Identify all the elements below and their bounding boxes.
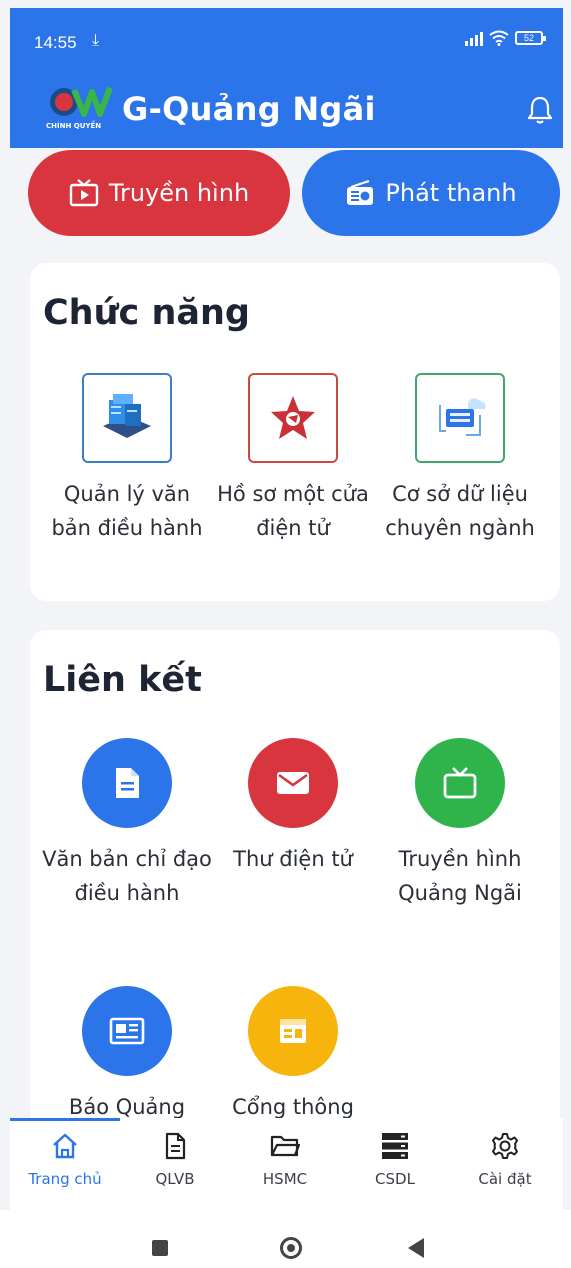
links-title: Liên kết bbox=[43, 660, 202, 700]
link-item-label: Thư điện tử bbox=[233, 847, 353, 871]
function-item-database[interactable]: Cơ sở dữ liệu chuyên ngành bbox=[375, 373, 545, 545]
database-icon bbox=[382, 1133, 408, 1159]
nav-item-label: Trang chủ bbox=[28, 1170, 102, 1188]
recents-button[interactable] bbox=[152, 1240, 168, 1256]
document-icon bbox=[82, 738, 172, 828]
functions-title: Chức năng bbox=[43, 293, 250, 333]
home-button[interactable] bbox=[280, 1237, 302, 1259]
system-nav-bar bbox=[0, 1210, 571, 1268]
app-header: 14:55 ⤓ 52 CHÍNH QUYỀN G-Quảng Ngãi bbox=[10, 8, 563, 148]
servers-icon bbox=[82, 373, 172, 463]
back-button[interactable] bbox=[408, 1238, 424, 1258]
nav-item-csdl[interactable]: CSDL bbox=[340, 1132, 450, 1188]
portal-icon bbox=[248, 986, 338, 1076]
status-icons: 52 bbox=[465, 30, 546, 46]
app-logo: CHÍNH QUYỀN bbox=[44, 84, 120, 134]
radio-icon bbox=[347, 179, 374, 205]
tv-icon bbox=[415, 738, 505, 828]
link-item-email[interactable]: Thư điện tử bbox=[208, 738, 378, 876]
battery-icon: 52 bbox=[515, 31, 546, 45]
bottom-nav: Trang chủ QLVB HSMC CSDL Cài đặt bbox=[10, 1118, 563, 1210]
star-emblem-icon bbox=[248, 373, 338, 463]
tv-play-icon bbox=[69, 179, 99, 207]
status-bar: 14:55 ⤓ 52 bbox=[10, 8, 563, 78]
link-item-label: Truyền hình Quảng Ngãi bbox=[398, 847, 522, 905]
nav-item-label: CSDL bbox=[375, 1170, 415, 1188]
radio-button[interactable]: Phát thanh bbox=[302, 150, 560, 236]
link-item-label: Văn bản chỉ đạo điều hành bbox=[42, 847, 212, 905]
document-icon bbox=[165, 1132, 186, 1160]
nav-item-label: HSMC bbox=[262, 1170, 308, 1188]
function-item-label: Hồ sơ một cửa điện tử bbox=[217, 482, 369, 540]
function-item-label: Quản lý văn bản điều hành bbox=[51, 482, 203, 540]
function-item-document-management[interactable]: Quản lý văn bản điều hành bbox=[42, 373, 212, 545]
link-item-quang-ngai-newspaper[interactable]: Báo Quảng bbox=[42, 986, 212, 1124]
nav-item-label: Cài đặt bbox=[478, 1170, 532, 1188]
nav-item-label: QLVB bbox=[155, 1170, 195, 1188]
download-icon: ⤓ bbox=[92, 30, 100, 49]
function-item-one-stop[interactable]: Hồ sơ một cửa điện tử bbox=[208, 373, 378, 545]
logo-text: CHÍNH QUYỀN bbox=[46, 120, 101, 130]
newspaper-icon bbox=[82, 986, 172, 1076]
tv-button[interactable]: Truyền hình bbox=[28, 150, 290, 236]
active-tab-indicator bbox=[10, 1118, 120, 1121]
app-title: G-Quảng Ngãi bbox=[122, 90, 376, 128]
nav-item-hsmc[interactable]: HSMC bbox=[230, 1132, 340, 1188]
signal-icon bbox=[465, 30, 483, 46]
nav-item-settings[interactable]: Cài đặt bbox=[450, 1132, 560, 1188]
tv-button-label: Truyền hình bbox=[108, 179, 250, 207]
function-item-label: Cơ sở dữ liệu chuyên ngành bbox=[385, 482, 535, 540]
link-item-quang-ngai-tv[interactable]: Truyền hình Quảng Ngãi bbox=[375, 738, 545, 910]
status-time: 14:55 bbox=[34, 33, 77, 52]
functions-card: Chức năng Quản lý văn bản điều hành Hồ s… bbox=[30, 263, 560, 601]
wifi-icon bbox=[489, 30, 509, 46]
bell-icon[interactable] bbox=[524, 94, 556, 126]
links-card: Liên kết Văn bản chỉ đạo điều hành Thư đ… bbox=[30, 630, 560, 1190]
link-item-directive-documents[interactable]: Văn bản chỉ đạo điều hành bbox=[42, 738, 212, 910]
link-item-information-portal[interactable]: Cổng thông bbox=[208, 986, 378, 1124]
folder-icon bbox=[270, 1135, 300, 1157]
nav-item-qlvb[interactable]: QLVB bbox=[120, 1132, 230, 1188]
home-icon bbox=[53, 1133, 77, 1159]
gear-icon bbox=[492, 1133, 518, 1159]
radio-button-label: Phát thanh bbox=[385, 179, 517, 207]
mail-icon bbox=[248, 738, 338, 828]
nav-item-home[interactable]: Trang chủ bbox=[10, 1132, 120, 1188]
cloud-database-icon bbox=[415, 373, 505, 463]
